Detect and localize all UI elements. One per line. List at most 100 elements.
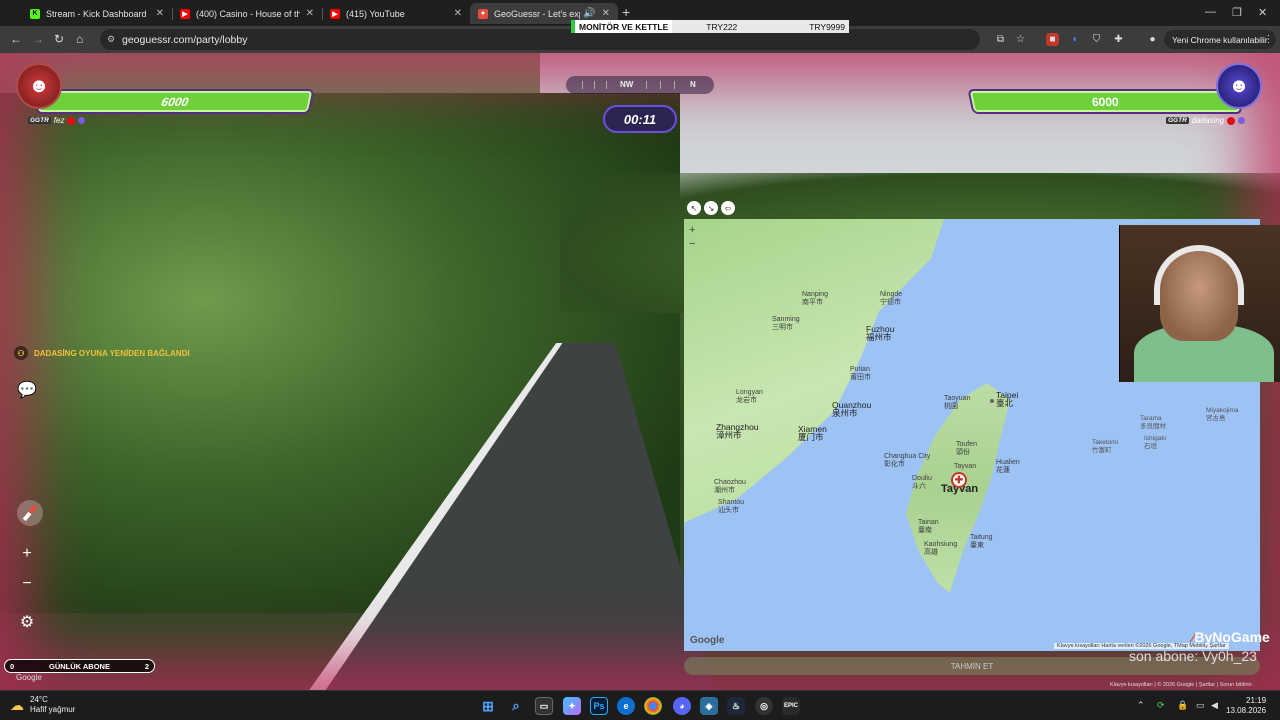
map-expand-icon[interactable]: ↖ bbox=[687, 201, 701, 215]
chat-bubble-icon: 💬 bbox=[17, 382, 37, 399]
photoshop-icon[interactable]: Ps bbox=[590, 697, 608, 715]
compass-needle-icon bbox=[22, 504, 38, 522]
zoom-in-button[interactable]: + bbox=[14, 541, 40, 567]
reconnect-notification: ⚇ DADASİNG OYUNA YENİDEN BAĞLANDI bbox=[14, 346, 190, 360]
site-settings-icon[interactable]: ⚙ bbox=[107, 34, 115, 45]
guess-button-label: TAHMİN ET bbox=[950, 661, 994, 671]
close-icon[interactable]: ✕ bbox=[454, 8, 462, 19]
speaker-icon[interactable]: 🔊 bbox=[583, 8, 595, 19]
geoguessr-icon: ● bbox=[478, 8, 488, 19]
discord-icon[interactable]: ◕ bbox=[673, 697, 691, 715]
guess-marker[interactable]: ✚ bbox=[951, 472, 967, 488]
compass-rose-button[interactable] bbox=[17, 500, 43, 526]
stream-ticker-overlay: MONİTÖR VE KETTLE TRY222 TRY9999 bbox=[571, 20, 849, 33]
map-label-changhua: Changhua City 彰化市 bbox=[884, 453, 931, 468]
search-icon[interactable]: ⌕ bbox=[507, 697, 525, 715]
close-icon[interactable]: ✕ bbox=[156, 8, 164, 19]
player-score-right: 6000 bbox=[1090, 94, 1120, 109]
back-button[interactable]: ← bbox=[10, 32, 22, 46]
map-label-hualien: Hualien 花蓮 bbox=[996, 459, 1020, 474]
install-app-icon[interactable]: ⧉ bbox=[994, 33, 1007, 46]
network-icon[interactable]: ▭ bbox=[1196, 700, 1205, 711]
maximize-button[interactable]: ❐ bbox=[1232, 6, 1242, 19]
compass-strip: NW N bbox=[566, 76, 714, 94]
tab-youtube[interactable]: ▶ (415) YouTube ✕ bbox=[322, 3, 470, 24]
map-zoom-out-button[interactable]: − bbox=[689, 238, 695, 250]
close-icon[interactable]: ✕ bbox=[602, 8, 610, 19]
tray-app-icon[interactable]: ⟳ bbox=[1157, 700, 1165, 711]
compass-n: N bbox=[690, 80, 696, 89]
player-tag-left: GGTR fez bbox=[28, 116, 86, 125]
minimize-button[interactable]: — bbox=[1205, 6, 1216, 18]
extension-audio-icon[interactable]: ◖ bbox=[1068, 33, 1081, 46]
map-zoom-in-button[interactable]: + bbox=[689, 224, 695, 236]
brand-text: ByNoGame bbox=[1194, 629, 1270, 645]
map-label-xiamen: Xiamen 厦门市 bbox=[798, 424, 827, 442]
chrome-icon[interactable] bbox=[644, 697, 662, 715]
tab-title: (415) YouTube bbox=[346, 8, 405, 19]
compass-nw: NW bbox=[620, 80, 634, 89]
copilot-icon[interactable]: ✦ bbox=[563, 697, 581, 715]
map-label-toufen: Toufen 頭份 bbox=[956, 441, 978, 456]
map-label-sanming: Sanming 三明市 bbox=[772, 316, 800, 331]
map-label-tayvan-small: Tayvan bbox=[954, 463, 977, 470]
clock-date: 13.08.2026 bbox=[1226, 706, 1267, 715]
menu-kebab-icon[interactable]: ⋮ bbox=[1262, 33, 1275, 46]
player-tag-right: GGTR dadasing bbox=[1166, 116, 1246, 125]
extension-shield-icon[interactable]: ⛉ bbox=[1090, 33, 1103, 46]
tray-lock-icon[interactable]: 🔒 bbox=[1177, 700, 1188, 711]
profile-avatar-icon[interactable]: ● bbox=[1146, 33, 1159, 46]
epic-games-icon[interactable]: EPIC bbox=[782, 697, 800, 715]
chat-button[interactable]: 💬 bbox=[14, 377, 40, 403]
map-label-taoyuan: Taoyuan 桃園 bbox=[944, 395, 971, 410]
clock-time: 21:19 bbox=[1246, 696, 1267, 705]
round-timer: 00:11 bbox=[603, 105, 677, 133]
new-tab-button[interactable]: + bbox=[622, 4, 630, 20]
extensions-puzzle-icon[interactable]: ✚ bbox=[1112, 33, 1125, 46]
reload-button[interactable]: ↻ bbox=[54, 32, 64, 46]
forward-button[interactable]: → bbox=[32, 32, 44, 46]
settings-button[interactable]: ⚙ bbox=[14, 609, 40, 635]
volume-icon[interactable]: ◀ bbox=[1211, 700, 1218, 711]
google-watermark: Google bbox=[16, 673, 42, 682]
map-label-zhangzhou: Zhangzhou 漳州市 bbox=[716, 422, 759, 440]
last-subscriber-alert: son abone: Vy0h_23 bbox=[1129, 648, 1257, 664]
level-badge-icon bbox=[1238, 117, 1246, 124]
tab-youtube-casino[interactable]: ▶ (400) Casino - House of the Ris ✕ bbox=[172, 3, 322, 24]
task-view-icon[interactable]: ▭ bbox=[535, 697, 553, 715]
app-cube-icon[interactable]: ◈ bbox=[700, 697, 718, 715]
start-windows-icon[interactable]: ⊞ bbox=[479, 697, 497, 715]
map-shrink-icon[interactable]: ↘ bbox=[704, 201, 718, 215]
player-health-bar-right: 6000 bbox=[969, 91, 1241, 112]
edge-icon[interactable]: e bbox=[617, 697, 635, 715]
map-label-douliu: Douliu 斗六 bbox=[912, 475, 932, 490]
player-avatar-right: ☻ bbox=[1216, 63, 1262, 109]
map-label-shantou: Shantou 汕头市 bbox=[718, 499, 745, 514]
goal-label: GÜNLÜK ABONE bbox=[49, 661, 110, 671]
streetview-panorama[interactable]: ☻ 6000 GGTR fez ☻ 6000 GGTR dadasing NW … bbox=[0, 53, 1280, 690]
ticker-price-a: TRY222 bbox=[706, 21, 738, 32]
window-close-button[interactable]: ✕ bbox=[1258, 6, 1267, 19]
close-icon[interactable]: ✕ bbox=[306, 8, 314, 19]
steam-icon[interactable]: ♨ bbox=[727, 697, 745, 715]
ticker-price-b: TRY9999 bbox=[809, 21, 845, 32]
tab-kick-dashboard[interactable]: K Stream - Kick Dashboard ✕ bbox=[22, 3, 172, 24]
weather-widget[interactable]: ☁ 24°C Hafif yağmur bbox=[10, 695, 75, 715]
map-pin-toggle-icon[interactable]: ⇦ bbox=[721, 201, 735, 215]
system-clock[interactable]: 21:19 13.08.2026 bbox=[1226, 696, 1266, 716]
player-avatar-left: ☻ bbox=[16, 63, 62, 109]
tray-chevron-icon[interactable]: ⌃ bbox=[1137, 700, 1145, 711]
weather-desc: Hafif yağmur bbox=[30, 705, 76, 714]
obs-icon[interactable]: ◎ bbox=[755, 697, 773, 715]
clan-tag: GGTR bbox=[1166, 117, 1189, 124]
pin-icon: ✚ bbox=[954, 474, 964, 486]
turkey-flag-icon bbox=[67, 116, 76, 125]
streetview-attribution[interactable]: Klavye kısayolları | © 2026 Google | Şar… bbox=[1110, 682, 1252, 688]
chrome-update-button[interactable]: Yeni Chrome kullanılabilir bbox=[1164, 30, 1276, 49]
streamer-webcam bbox=[1119, 225, 1280, 382]
home-icon[interactable]: ⌂ bbox=[76, 32, 83, 46]
zoom-out-button[interactable]: − bbox=[14, 571, 40, 597]
extension-record-icon[interactable]: ■ bbox=[1046, 33, 1059, 46]
bookmark-star-icon[interactable]: ☆ bbox=[1014, 33, 1027, 46]
clan-tag: GGTR bbox=[28, 117, 51, 124]
